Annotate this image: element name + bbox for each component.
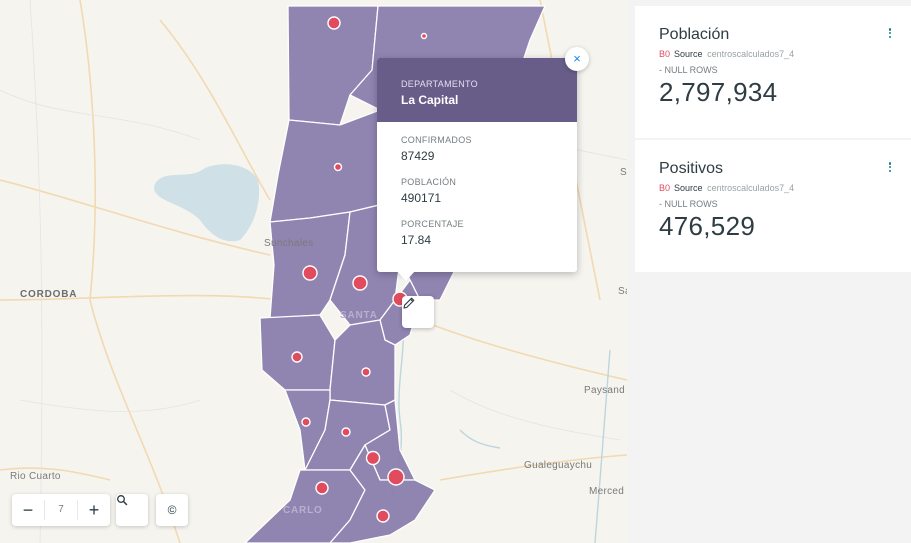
map-label-edge-s: S bbox=[620, 167, 627, 178]
poblacion-value: 490171 bbox=[401, 191, 442, 205]
search-icon bbox=[117, 495, 128, 506]
map-label-paysandu: Paysand bbox=[584, 385, 626, 396]
dot-icon bbox=[888, 162, 892, 165]
source-name: centroscalculados7_4 bbox=[707, 49, 795, 59]
widget-null-rows: - NULL ROWS bbox=[659, 199, 718, 209]
map-label-edge-sa: Sa bbox=[618, 286, 627, 297]
bubble-marker bbox=[341, 427, 351, 437]
widget-poblacion: Población B0 Source centroscalculados7_4 … bbox=[635, 6, 911, 138]
source-tag: B0 bbox=[659, 49, 671, 59]
popup-header: DEPARTAMENTO La Capital bbox=[377, 58, 577, 122]
bubble-marker bbox=[333, 162, 343, 172]
bubble-marker bbox=[365, 450, 381, 466]
bubble-marker bbox=[327, 16, 341, 30]
map-label-carlos: CARLO bbox=[283, 505, 323, 516]
widget-positivos: Positivos B0 Source centroscalculados7_4 … bbox=[635, 140, 911, 272]
widget-title: Población bbox=[659, 26, 730, 43]
bubble-marker bbox=[301, 417, 311, 427]
source-label: Source bbox=[674, 183, 703, 193]
map-label-gualeguaychu: Gualeguaychu bbox=[524, 460, 593, 471]
bubble-marker bbox=[302, 265, 318, 281]
pencil-icon bbox=[403, 297, 415, 309]
source-label: Source bbox=[674, 49, 703, 59]
edit-button[interactable] bbox=[402, 296, 434, 328]
widget-menu-button[interactable] bbox=[885, 160, 895, 174]
widgets-panel: Población B0 Source centroscalculados7_4 … bbox=[627, 0, 911, 543]
popup-body: CONFIRMADOS 87429 POBLACIÓN 490171 PORCE… bbox=[377, 122, 577, 247]
poblacion-label: POBLACIÓN bbox=[401, 177, 457, 187]
map-label-mercedes: Merced bbox=[589, 486, 625, 497]
map-label-sunchales: Sunchales bbox=[264, 238, 314, 249]
bubble-marker bbox=[420, 32, 428, 40]
zoom-control: − 7 + bbox=[12, 494, 110, 526]
popup-close-button[interactable]: × bbox=[565, 47, 589, 71]
popup-row-confirmados: CONFIRMADOS 87429 bbox=[401, 135, 553, 163]
widget-menu-button[interactable] bbox=[885, 26, 895, 40]
widget-value: 476,529 bbox=[659, 211, 756, 241]
bubble-marker bbox=[315, 481, 329, 495]
widget-title: Positivos bbox=[659, 160, 724, 177]
dot-icon bbox=[888, 165, 892, 169]
source-name: centroscalculados7_4 bbox=[707, 183, 795, 193]
attribution-button[interactable]: © bbox=[156, 494, 188, 526]
bubble-marker bbox=[387, 468, 405, 486]
map-label-santa-fe: SANTA bbox=[340, 310, 378, 321]
bubble-marker bbox=[376, 509, 390, 523]
bubble-marker bbox=[352, 275, 368, 291]
porcentaje-value: 17.84 bbox=[401, 233, 432, 247]
widget-value: 2,797,934 bbox=[659, 77, 778, 107]
dot-icon bbox=[888, 28, 892, 31]
dot-icon bbox=[888, 31, 892, 35]
map-label-cordoba: CORDOBA bbox=[20, 289, 78, 300]
confirmados-label: CONFIRMADOS bbox=[401, 135, 472, 145]
info-popup: DEPARTAMENTO La Capital CONFIRMADOS 8742… bbox=[377, 58, 577, 281]
porcentaje-label: PORCENTAJE bbox=[401, 219, 464, 229]
search-button[interactable] bbox=[116, 494, 148, 526]
widget-source: B0 Source centroscalculados7_4 bbox=[659, 183, 911, 193]
source-tag: B0 bbox=[659, 183, 671, 193]
popup-row-porcentaje: PORCENTAJE 17.84 bbox=[401, 219, 553, 247]
popup-pointer bbox=[397, 271, 415, 281]
map-label-rio-cuarto: Rio Cuarto bbox=[10, 471, 61, 482]
widget-source: B0 Source centroscalculados7_4 bbox=[659, 49, 911, 59]
zoom-in-button[interactable]: + bbox=[78, 494, 110, 526]
widget-null-rows: - NULL ROWS bbox=[659, 65, 718, 75]
department-label: DEPARTAMENTO bbox=[401, 79, 478, 89]
bubble-marker bbox=[291, 351, 303, 363]
department-value: La Capital bbox=[401, 93, 459, 107]
confirmados-value: 87429 bbox=[401, 149, 435, 163]
bubble-marker bbox=[361, 367, 371, 377]
popup-row-poblacion: POBLACIÓN 490171 bbox=[401, 177, 553, 205]
zoom-level: 7 bbox=[44, 500, 78, 520]
zoom-out-button[interactable]: − bbox=[12, 494, 44, 526]
dot-icon bbox=[888, 35, 892, 38]
map-canvas[interactable]: CORDOBA Sunchales SANTA S Sa Paysand Rio… bbox=[0, 0, 627, 543]
dot-icon bbox=[888, 169, 892, 172]
